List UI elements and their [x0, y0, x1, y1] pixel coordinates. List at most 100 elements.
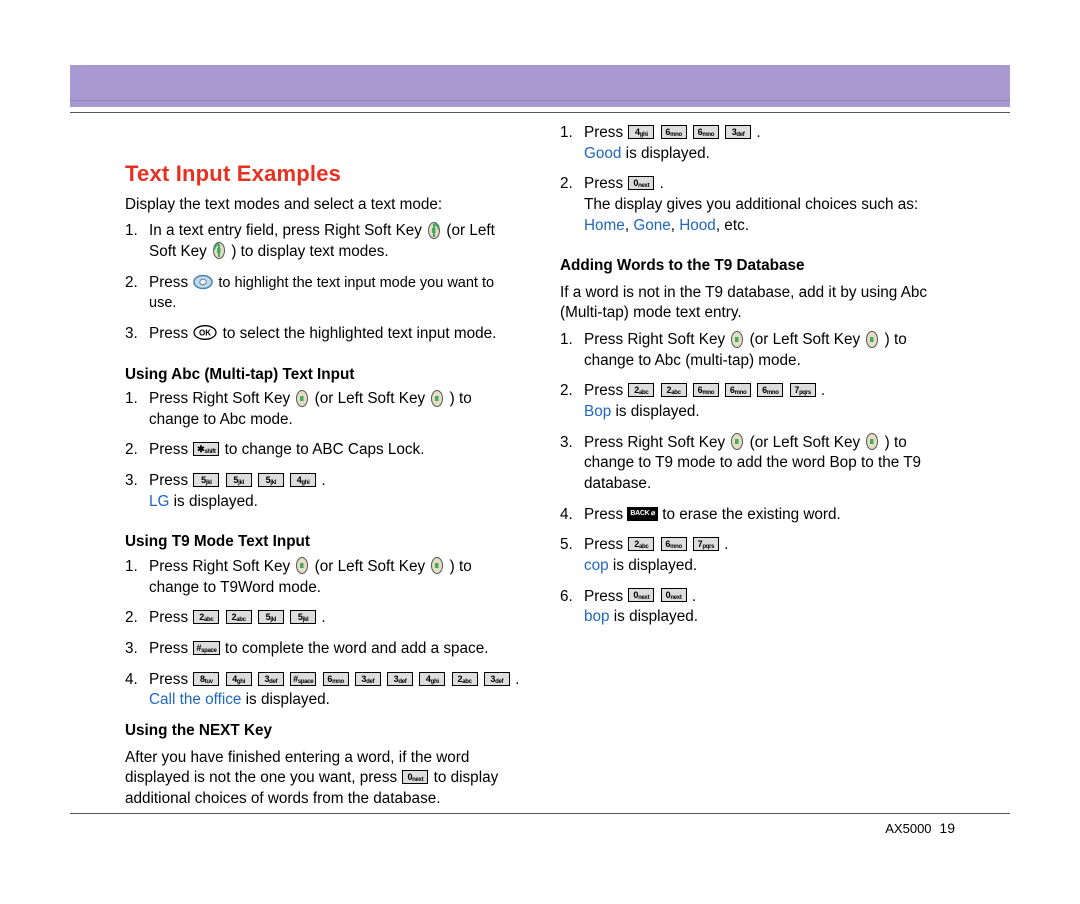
text: (or Left Soft Key — [745, 434, 864, 451]
key-6: 6mno — [725, 383, 751, 397]
key-0: 0next — [661, 588, 687, 602]
key-6: 6mno — [693, 383, 719, 397]
list-item: 1. In a text entry field, press Right So… — [125, 221, 520, 262]
abc-steps: 1. Press Right Soft Key (or Left Soft Ke… — [125, 389, 520, 512]
text: is displayed. — [609, 557, 697, 574]
step-number: 1. — [125, 557, 145, 578]
step-number: 1. — [560, 330, 580, 351]
list-item: 2. Press 2abc 2abc 5jkl 5jkl . — [125, 608, 520, 629]
list-item: 1. Press Right Soft Key (or Left Soft Ke… — [125, 557, 520, 598]
text: to erase the existing word. — [658, 506, 841, 523]
t9-steps: 1. Press Right Soft Key (or Left Soft Ke… — [125, 557, 520, 711]
step-number: 2. — [125, 273, 145, 294]
list-item: 6. Press 0next 0next . bop is displayed. — [560, 587, 955, 628]
left-soft-key-icon — [430, 389, 444, 408]
key-3: 3def — [725, 125, 751, 139]
text: to select the highlighted text input mod… — [218, 325, 496, 342]
step-number: 3. — [125, 324, 145, 345]
text: Press Right Soft Key — [584, 434, 729, 451]
adding-intro: If a word is not in the T9 database, add… — [560, 283, 955, 324]
result-text: Bop — [584, 403, 611, 420]
step-number: 6. — [560, 587, 580, 608]
key-2: 2abc — [661, 383, 687, 397]
key-3: 3def — [258, 672, 284, 686]
list-item: 2. Press 2abc 2abc 6mno 6mno 6mno 7pqrs … — [560, 381, 955, 422]
text: . — [317, 609, 326, 626]
intro-text: Display the text modes and select a text… — [125, 195, 520, 216]
right-soft-key-icon — [295, 389, 309, 408]
back-key-icon: BACK ⌀ — [627, 507, 658, 521]
text: . — [688, 588, 697, 605]
key-4: 4ghi — [290, 473, 316, 487]
text: is displayed. — [169, 493, 257, 510]
text: ) to display text modes. — [227, 243, 389, 260]
text: Press — [149, 441, 192, 458]
nav-key-icon — [193, 274, 213, 290]
key-2: 2abc — [628, 383, 654, 397]
list-item: 2. Press ✱shift to change to ABC Caps Lo… — [125, 440, 520, 461]
list-item: 1. Press Right Soft Key (or Left Soft Ke… — [125, 389, 520, 430]
next-steps: 1. Press 4ghi 6mno 6mno 3def . Good is d… — [560, 123, 955, 236]
key-2: 2abc — [452, 672, 478, 686]
rule-top — [70, 112, 1010, 113]
left-soft-key-icon — [865, 432, 879, 451]
right-soft-key-icon — [295, 556, 309, 575]
list-item: 2. Press to highlight the text input mod… — [125, 273, 520, 314]
text: to change to ABC Caps Lock. — [220, 441, 424, 458]
key-5: 5jkl — [258, 610, 284, 624]
result-text: Home — [584, 217, 625, 234]
text: Press Right Soft Key — [149, 558, 294, 575]
step-number: 4. — [560, 505, 580, 526]
adding-steps: 1. Press Right Soft Key (or Left Soft Ke… — [560, 330, 955, 628]
list-item: 4. Press BACK ⌀ to erase the existing wo… — [560, 505, 955, 526]
text: is displayed. — [610, 608, 698, 625]
step-number: 2. — [125, 440, 145, 461]
key-3: 3def — [355, 672, 381, 686]
text: (or Left Soft Key — [745, 331, 864, 348]
key-5: 5jkl — [290, 610, 316, 624]
key-0: 0next — [402, 770, 428, 784]
key-6: 6mno — [693, 125, 719, 139]
result-text: Hood — [679, 217, 716, 234]
key-7: 7pqrs — [790, 383, 816, 397]
list-item: 2. Press 0next . The display gives you a… — [560, 174, 955, 236]
page-title: Text Input Examples — [125, 159, 520, 189]
content-columns: Text Input Examples Display the text mod… — [125, 123, 955, 844]
text: (or Left Soft Key — [310, 390, 429, 407]
key-0: 0next — [628, 176, 654, 190]
key-4: 4ghi — [226, 672, 252, 686]
text: Press — [584, 124, 627, 141]
key-4: 4ghi — [628, 125, 654, 139]
list-item: 1. Press 4ghi 6mno 6mno 3def . Good is d… — [560, 123, 955, 164]
key-4: 4ghi — [419, 672, 445, 686]
intro-steps: 1. In a text entry field, press Right So… — [125, 221, 520, 344]
manual-page: Text Input Examples Display the text mod… — [80, 65, 1000, 844]
text: Press Right Soft Key — [149, 390, 294, 407]
text: Press — [584, 382, 627, 399]
page-footer: AX5000 19 — [885, 819, 955, 838]
text: Press — [149, 325, 192, 342]
text: . — [752, 124, 761, 141]
step-number: 4. — [125, 670, 145, 691]
key-8: 8tuv — [193, 672, 219, 686]
key-3: 3def — [484, 672, 510, 686]
key-2: 2abc — [193, 610, 219, 624]
text: Press — [149, 671, 192, 688]
text: . — [720, 536, 729, 553]
subheading-adding: Adding Words to the T9 Database — [560, 256, 955, 277]
text: In a text entry field, press Right Soft … — [149, 222, 426, 239]
result-text: cop — [584, 557, 609, 574]
list-item: 3. Press Right Soft Key (or Left Soft Ke… — [560, 433, 955, 495]
step-number: 3. — [125, 639, 145, 660]
subheading-t9: Using T9 Mode Text Input — [125, 532, 520, 553]
text: Press — [584, 175, 627, 192]
result-text: Good — [584, 145, 621, 162]
key-5: 5jkl — [193, 473, 219, 487]
key-star: ✱shift — [193, 442, 219, 456]
header-bar — [70, 65, 1010, 107]
result-text: bop — [584, 608, 610, 625]
text: Press — [149, 472, 192, 489]
page-number: 19 — [939, 820, 955, 836]
list-item: 4. Press 8tuv 4ghi 3def #space 6mno 3def… — [125, 670, 520, 711]
key-5: 5jkl — [258, 473, 284, 487]
